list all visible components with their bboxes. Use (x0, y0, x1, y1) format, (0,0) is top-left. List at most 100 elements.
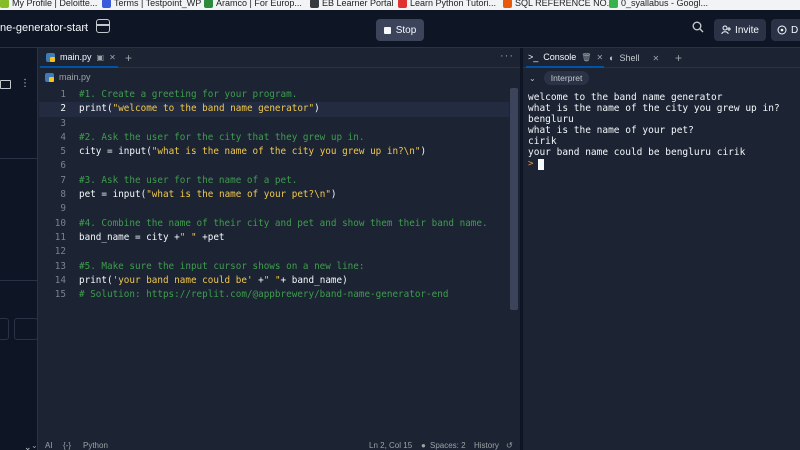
status-history[interactable]: History (474, 441, 499, 450)
bookmark-item[interactable]: Learn Python Tutori... (398, 0, 496, 10)
chevron-down-icon[interactable]: ⌄ (31, 441, 38, 450)
bookmark-icon (102, 0, 111, 8)
bookmark-icon (0, 0, 9, 8)
bookmark-icon (609, 0, 618, 8)
console-input-row[interactable]: > (528, 158, 780, 170)
code-line[interactable]: 14 print('your band name could be' +" "+ … (39, 274, 509, 288)
bookmark-icon (310, 0, 319, 8)
code-token: band_name = city + (79, 231, 180, 243)
code-token: input (118, 146, 147, 158)
code-token: "what is the name of the city you grew u… (151, 146, 421, 158)
status-cursor-position[interactable]: Ln 2, Col 15 (369, 441, 412, 450)
line-number: 11 (54, 231, 66, 243)
tab-shell[interactable]: ◐ Shell ✕ (609, 48, 659, 68)
close-icon[interactable]: ✕ (109, 53, 116, 62)
bookmarks-bar: My Profile | Deloitte... Terms | Testpoi… (0, 0, 800, 10)
console-output[interactable]: welcome to the band name generator what i… (528, 92, 780, 170)
bookmark-item[interactable]: My Profile | Deloitte... (0, 0, 97, 10)
bookmark-icon (398, 0, 407, 8)
line-content: band_name = city +" " +pet (79, 231, 225, 245)
breadcrumb[interactable]: main.py (45, 72, 91, 82)
history-icon[interactable]: ↺ (506, 441, 513, 450)
code-line[interactable]: 8 pet = input("what is the name of your p… (39, 188, 509, 202)
console-output-line: your band name could be bengluru cirik (528, 147, 746, 158)
bookmark-item[interactable]: EB Learner Portal (310, 0, 394, 10)
new-folder-icon[interactable] (0, 80, 11, 89)
console-tab-bar: >_ Console 🗑 ✕ ◐ Shell ✕ + (523, 48, 800, 68)
more-options-icon[interactable]: ⋮ (20, 78, 30, 89)
tab-console[interactable]: >_ Console 🗑 ✕ (526, 48, 604, 68)
add-tab-icon[interactable]: + (125, 51, 132, 65)
add-user-icon (721, 25, 732, 35)
bookmark-item[interactable]: Aramco | For Europ... (204, 0, 302, 10)
terminal-prompt-icon: >_ (528, 52, 539, 62)
code-token: ) (314, 103, 320, 115)
code-line[interactable]: 9 (39, 202, 509, 216)
close-icon[interactable]: ✕ (596, 53, 603, 62)
code-line[interactable]: 7 #3. Ask the user for the name of a pet. (39, 174, 509, 188)
code-line[interactable]: 6 (39, 159, 509, 173)
status-language[interactable]: Python (83, 441, 108, 450)
bookmark-item[interactable]: 0_syallabus - Googl... (609, 0, 708, 10)
line-content: #3. Ask the user for the name of a pet. (79, 174, 297, 188)
stop-label: Stop (395, 24, 417, 36)
code-line[interactable]: 11 band_name = city +" " +pet (39, 231, 509, 245)
interpret-button[interactable]: Interpret (543, 71, 590, 85)
status-spaces[interactable]: Spaces: 2 (430, 441, 466, 450)
braces-icon: {-} (63, 441, 72, 450)
trash-icon[interactable]: 🗑 (581, 53, 591, 62)
invite-button[interactable]: Invite (714, 19, 766, 41)
sidebar-panel[interactable] (14, 318, 38, 340)
code-token: input (112, 189, 141, 201)
sidebar-panel[interactable] (0, 318, 9, 340)
repl-name[interactable]: ne-generator-start (0, 22, 88, 34)
layout-icon[interactable] (96, 19, 110, 33)
tab-main-py[interactable]: main.py ▣ ✕ (40, 48, 118, 68)
deploy-button[interactable]: D (771, 19, 800, 41)
chevron-down-icon[interactable]: ⌄ (529, 74, 536, 83)
search-icon[interactable] (692, 21, 704, 33)
line-content: #5. Make sure the input cursor shows on … (79, 260, 364, 274)
stop-button[interactable]: Stop (376, 19, 424, 41)
close-icon[interactable]: ✕ (652, 54, 659, 63)
code-line[interactable]: 1 #1. Create a greeting for your program. (39, 88, 509, 102)
editor-scrollbar[interactable] (510, 88, 518, 310)
python-file-icon (45, 72, 54, 82)
split-icon[interactable]: ▣ (97, 53, 105, 62)
console-output-line: welcome to the band name generator (528, 92, 723, 103)
code-line[interactable]: 13 #5. Make sure the input cursor shows o… (39, 260, 509, 274)
code-token: pet = (79, 189, 113, 201)
sidebar-divider (0, 158, 38, 159)
bookmark-item[interactable]: SQL REFERENCE NO... (503, 0, 614, 10)
code-token: ) (330, 189, 337, 201)
bookmark-item[interactable]: Terms | Testpoint_WP (102, 0, 201, 10)
chevron-down-icon[interactable]: ⌄ (82, 21, 90, 32)
code-token: + band_name) (280, 274, 348, 286)
code-line[interactable]: 15 # Solution: https://replit.com/@appbre… (39, 288, 509, 302)
code-line[interactable]: 12 (39, 245, 509, 259)
line-content: # Solution: https://replit.com/@appbrewe… (79, 288, 448, 302)
line-number: 4 (60, 131, 66, 143)
code-line[interactable]: 10 #4. Combine the name of their city and… (39, 217, 509, 231)
stop-icon (383, 26, 391, 34)
code-token: #5. Make sure the input cursor shows on … (79, 260, 365, 272)
line-number: 1 (60, 89, 66, 100)
code-line[interactable]: 5 city = input("what is the name of the c… (39, 145, 509, 159)
tab-shell-label: Shell (619, 53, 640, 63)
code-line[interactable]: 4 #2. Ask the user for the city that they… (39, 131, 509, 145)
line-number: 5 (60, 146, 66, 158)
code-token: #4. Combine the name of their city and p… (79, 217, 488, 229)
breadcrumb-file: main.py (59, 72, 91, 82)
status-ai[interactable]: AI (45, 441, 53, 450)
more-horizontal-icon[interactable]: ··· (500, 50, 514, 62)
code-token: + (252, 274, 264, 286)
code-lines[interactable]: 1 #1. Create a greeting for your program.… (39, 88, 509, 302)
code-line[interactable]: 3 (39, 117, 509, 131)
deploy-label: D (791, 24, 799, 36)
code-line[interactable]: 2 print("welcome to the band name generat… (39, 102, 509, 117)
line-content: #1. Create a greeting for your program. (79, 88, 297, 102)
line-content: #4. Combine the name of their city and p… (79, 217, 488, 231)
prompt-chevron-icon: > (528, 159, 534, 169)
console-output-line: what is the name of the city you grew up… (528, 103, 780, 114)
add-tab-icon[interactable]: + (675, 48, 682, 68)
